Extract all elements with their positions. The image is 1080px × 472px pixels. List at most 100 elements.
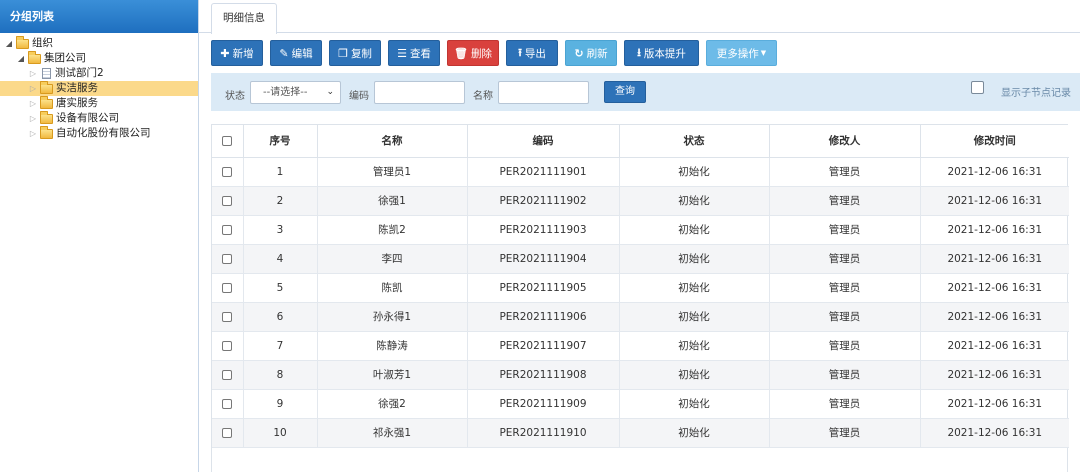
edit-icon: ✎ xyxy=(279,46,289,60)
copy-button[interactable]: ❐ 复制 xyxy=(329,40,381,66)
table-row[interactable]: 1 管理员1 PER2021111901 初始化 管理员 2021-12-06 16:31 xyxy=(212,157,1069,187)
tree-node-dept-practice[interactable]: ▷ 实洁服务 xyxy=(0,80,198,96)
table-cell: PER2021111907 xyxy=(467,331,620,361)
folder-icon xyxy=(28,50,41,64)
table-cell: 初始化 xyxy=(619,302,770,332)
select-all-checkbox[interactable] xyxy=(222,135,233,146)
table-row[interactable]: 5 陈凯 PER2021111905 初始化 管理员 2021-12-06 16:31 xyxy=(212,273,1069,303)
expand-icon[interactable]: ◢ xyxy=(16,51,26,66)
row-checkbox[interactable] xyxy=(222,253,233,264)
status-select[interactable]: --请选择-- ⌄ xyxy=(250,81,341,104)
table-cell: PER2021111903 xyxy=(467,215,620,245)
table-cell: 徐强1 xyxy=(317,186,468,216)
refresh-button[interactable]: ↻ 刷新 xyxy=(565,40,617,66)
version-upgrade-button[interactable]: ⭳ 版本提升 xyxy=(624,40,699,66)
table-cell: 管理员1 xyxy=(317,157,468,187)
tab-bar: 明细信息 xyxy=(199,0,1080,34)
table-row[interactable]: 4 李四 PER2021111904 初始化 管理员 2021-12-06 16:31 xyxy=(212,244,1069,274)
table-cell: 初始化 xyxy=(619,389,770,419)
copy-icon: ❐ xyxy=(338,46,348,60)
tree-node-company[interactable]: ◢ 集团公司 xyxy=(0,50,198,66)
row-select-cell xyxy=(212,418,244,448)
row-checkbox[interactable] xyxy=(222,340,233,351)
table-cell: 初始化 xyxy=(619,360,770,390)
delete-button[interactable]: 🗑 删除 xyxy=(447,40,499,66)
table-cell: PER2021111906 xyxy=(467,302,620,332)
tree-node-label: 测试部门2 xyxy=(55,67,104,79)
column-header[interactable]: 修改时间 xyxy=(920,125,1069,158)
row-checkbox[interactable] xyxy=(222,369,233,380)
column-header[interactable]: 名称 xyxy=(317,125,468,158)
tab-detail-info[interactable]: 明细信息 xyxy=(211,3,277,34)
more-actions-dropdown[interactable]: 更多操作 ▼ xyxy=(706,40,777,66)
row-checkbox[interactable] xyxy=(222,166,233,177)
row-select-cell xyxy=(212,186,244,216)
expand-icon[interactable]: ◢ xyxy=(4,36,14,51)
status-label: 状态 xyxy=(225,91,245,102)
tree-node-root[interactable]: ◢ 组织 xyxy=(0,35,198,51)
column-header[interactable]: 修改人 xyxy=(769,125,921,158)
tree-node-dept-test[interactable]: ▷ 测试部门2 xyxy=(0,66,198,81)
table-cell: PER2021111908 xyxy=(467,360,620,390)
query-button[interactable]: 查询 xyxy=(604,81,646,103)
table-cell: 陈凯 xyxy=(317,273,468,303)
caret-down-icon: ▼ xyxy=(760,49,767,57)
table-row[interactable]: 10 祁永强1 PER2021111910 初始化 管理员 2021-12-06 16:3… xyxy=(212,418,1069,448)
name-input[interactable] xyxy=(498,81,589,104)
row-checkbox[interactable] xyxy=(222,224,233,235)
table-cell: 9 xyxy=(243,389,318,419)
table-cell: 2021-12-06 16:31 xyxy=(920,244,1069,274)
table-cell: 2021-12-06 16:31 xyxy=(920,360,1069,390)
edit-button[interactable]: ✎ 编辑 xyxy=(270,40,322,66)
table-cell: 初始化 xyxy=(619,273,770,303)
table-row[interactable]: 6 孙永得1 PER2021111906 初始化 管理员 2021-12-06 16:31 xyxy=(212,302,1069,332)
export-button[interactable]: ⭱ 导出 xyxy=(506,40,558,66)
trash-icon: 🗑 xyxy=(454,46,468,60)
table-row[interactable]: 3 陈凯2 PER2021111903 初始化 管理员 2021-12-06 16:31 xyxy=(212,215,1069,245)
list-icon: ☰ xyxy=(397,46,407,60)
row-checkbox[interactable] xyxy=(222,195,233,206)
row-checkbox[interactable] xyxy=(222,282,233,293)
code-input[interactable] xyxy=(374,81,465,104)
table-row[interactable]: 9 徐强2 PER2021111909 初始化 管理员 2021-12-06 16:31 xyxy=(212,389,1069,419)
collapse-icon[interactable]: ▷ xyxy=(28,111,38,126)
folder-icon xyxy=(16,35,29,49)
plus-icon: ✚ xyxy=(220,46,230,60)
user-icon: ⭳ xyxy=(637,45,641,59)
tree-node-dept-equip[interactable]: ▷ 设备有限公司 xyxy=(0,110,198,126)
table-cell: 2021-12-06 16:31 xyxy=(920,273,1069,303)
table-cell: 李四 xyxy=(317,244,468,274)
row-select-cell xyxy=(212,389,244,419)
column-header[interactable]: 编码 xyxy=(467,125,620,158)
row-checkbox[interactable] xyxy=(222,398,233,409)
main-panel: 明细信息 ✚ 新增 ✎ 编辑 ❐ 复制 ☰ 查看 🗑 删除 ⭱ 导出 ↻ 刷新 xyxy=(199,0,1080,472)
document-icon xyxy=(42,68,51,79)
column-header[interactable]: 序号 xyxy=(243,125,318,158)
show-children-label: 显示子节点记录 xyxy=(1001,88,1071,99)
row-select-cell xyxy=(212,302,244,332)
add-button[interactable]: ✚ 新增 xyxy=(211,40,263,66)
data-table: 序号 名称 编码 状态 修改人 修改时间 1 管理员1 PER2021111901 初… xyxy=(211,124,1069,472)
table-cell: 2021-12-06 16:31 xyxy=(920,186,1069,216)
collapse-icon[interactable]: ▷ xyxy=(28,81,38,96)
table-cell: 初始化 xyxy=(619,244,770,274)
column-header[interactable]: 状态 xyxy=(619,125,770,158)
view-button[interactable]: ☰ 查看 xyxy=(388,40,440,66)
show-children-checkbox[interactable] xyxy=(971,81,984,94)
collapse-icon[interactable]: ▷ xyxy=(28,126,38,141)
collapse-icon[interactable]: ▷ xyxy=(28,96,38,111)
table-cell: 2 xyxy=(243,186,318,216)
table-row[interactable]: 8 叶淑芳1 PER2021111908 初始化 管理员 2021-12-06 16:31 xyxy=(212,360,1069,390)
toolbar: ✚ 新增 ✎ 编辑 ❐ 复制 ☰ 查看 🗑 删除 ⭱ 导出 ↻ 刷新 ⭳ 版本提… xyxy=(211,40,784,67)
collapse-icon[interactable]: ▷ xyxy=(28,66,38,81)
tree-node-dept-tangshi[interactable]: ▷ 唐实服务 xyxy=(0,95,198,111)
row-select-cell xyxy=(212,244,244,274)
table-cell: 陈凯2 xyxy=(317,215,468,245)
table-cell: 2021-12-06 16:31 xyxy=(920,418,1069,448)
table-cell: 管理员 xyxy=(769,186,921,216)
table-row[interactable]: 2 徐强1 PER2021111902 初始化 管理员 2021-12-06 16:31 xyxy=(212,186,1069,216)
row-checkbox[interactable] xyxy=(222,311,233,322)
table-row[interactable]: 7 陈静涛 PER2021111907 初始化 管理员 2021-12-06 16:31 xyxy=(212,331,1069,361)
tree-node-dept-auto[interactable]: ▷ 自动化股份有限公司 xyxy=(0,125,198,141)
row-checkbox[interactable] xyxy=(222,427,233,438)
